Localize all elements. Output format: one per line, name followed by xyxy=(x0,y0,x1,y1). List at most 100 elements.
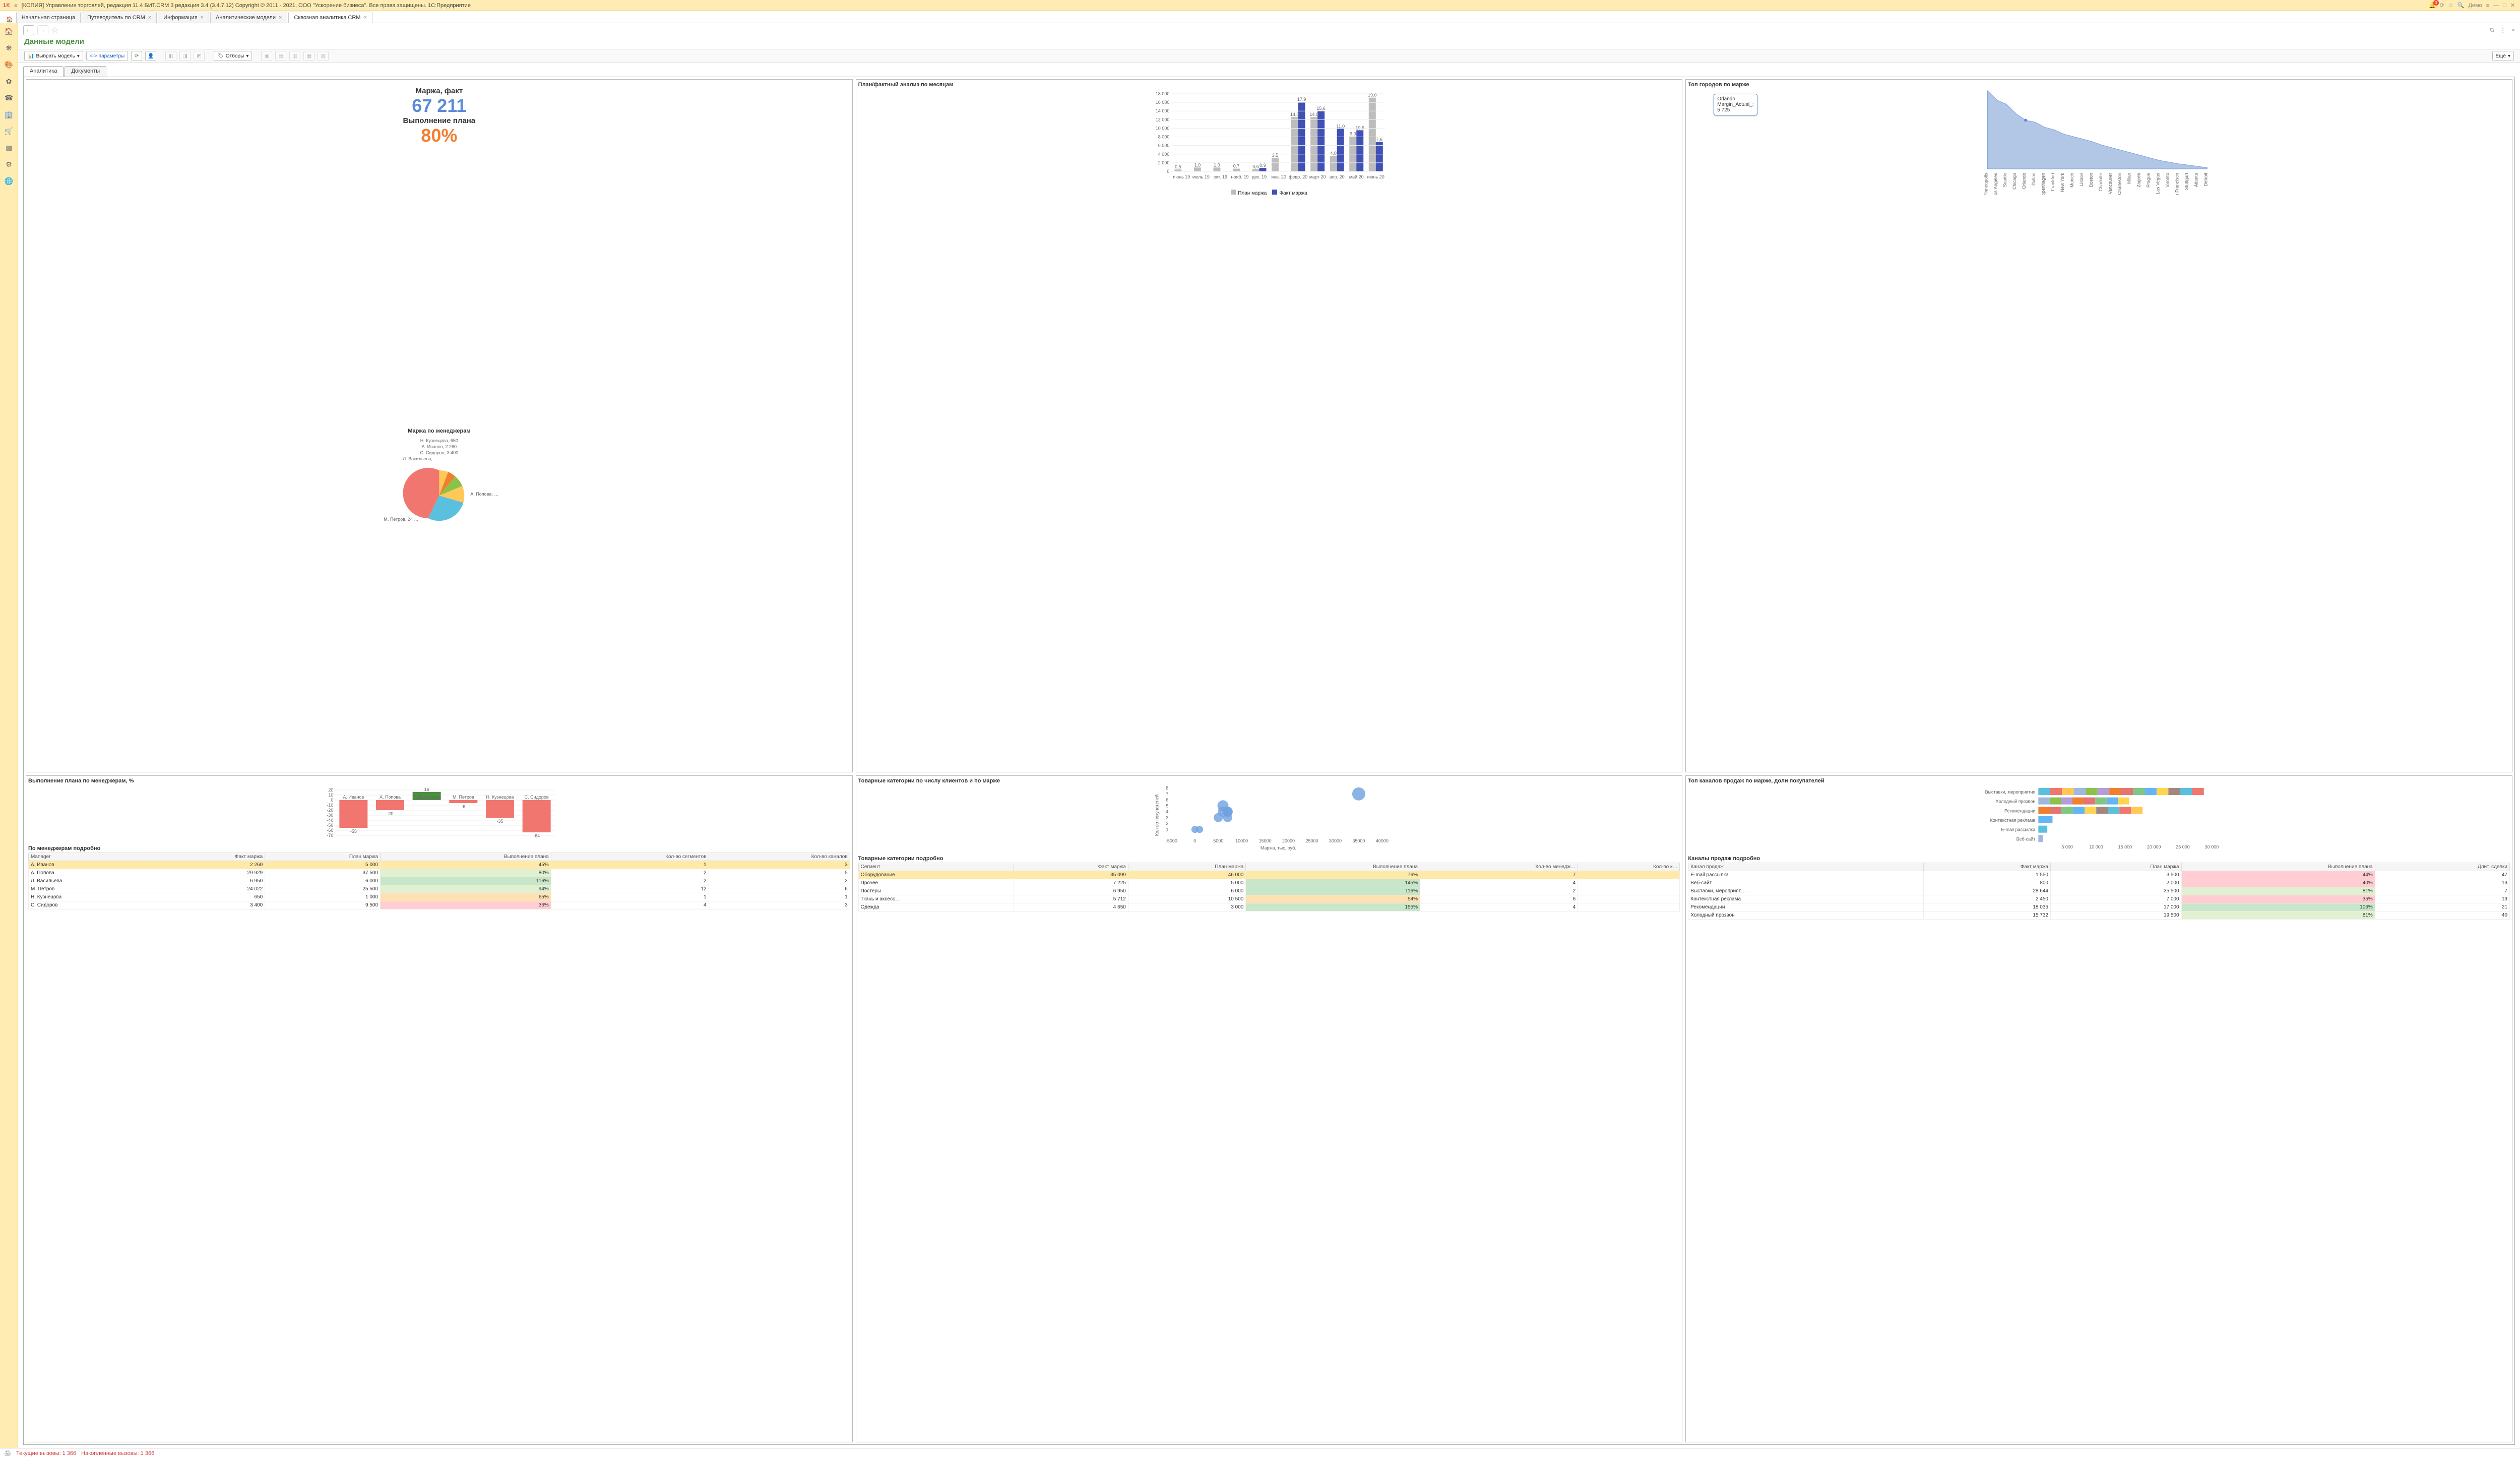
svg-text:San Francisco: San Francisco xyxy=(2175,173,2180,195)
rail-settings-icon[interactable]: ✿ xyxy=(6,77,12,86)
more-icon[interactable]: ⋮ xyxy=(2500,27,2506,34)
svg-text:Munich: Munich xyxy=(2069,173,2074,188)
svg-text:Frankfurt: Frankfurt xyxy=(2050,173,2055,192)
fav-icon[interactable]: ☆ xyxy=(51,25,58,35)
menu-icon[interactable]: ≡ xyxy=(2486,3,2489,9)
table-row[interactable]: Ткань и аксесс…5 71210 50054%6 xyxy=(858,895,1680,903)
tb-5[interactable]: ▤ xyxy=(275,51,286,61)
link-icon[interactable]: ⧉ xyxy=(2490,27,2494,34)
ptab-documents[interactable]: Документы xyxy=(65,66,106,77)
filters-button[interactable]: 🏷 Отборы ▾ xyxy=(214,51,252,61)
svg-text:Los Angeles: Los Angeles xyxy=(1993,173,1998,195)
table-row[interactable]: Л. Васильева6 9506 000116%22 xyxy=(29,877,850,885)
svg-text:8: 8 xyxy=(1166,785,1168,791)
kpi-plan-label: Выполнение плана xyxy=(28,116,850,125)
close-icon[interactable]: × xyxy=(279,15,282,21)
back-button[interactable]: ← xyxy=(23,25,34,35)
table-row[interactable]: Прочее7 2255 000145%4 xyxy=(858,879,1680,887)
svg-text:Milan: Milan xyxy=(2127,173,2132,184)
rail-cart-icon[interactable]: 🛒 xyxy=(5,127,13,136)
cat-table[interactable]: СегментФакт маржаПлан маржаВыполнение пл… xyxy=(858,863,1680,912)
tab-analytics[interactable]: Сквозная аналитика CRM× xyxy=(288,12,372,23)
more-button[interactable]: Ещё ▾ xyxy=(2492,51,2514,61)
tb-6[interactable]: ▥ xyxy=(289,51,300,61)
minimize-icon[interactable]: — xyxy=(2493,3,2499,9)
tb-1[interactable]: ◧ xyxy=(165,51,176,61)
tb-2[interactable]: ◨ xyxy=(179,51,191,61)
rail-globe-icon[interactable]: 🌐 xyxy=(5,177,13,186)
svg-text:1,0: 1,0 xyxy=(1194,162,1201,167)
close-icon[interactable]: × xyxy=(363,15,366,21)
svg-text:0: 0 xyxy=(1193,838,1196,843)
svg-text:1: 1 xyxy=(1166,827,1168,832)
select-model-button[interactable]: 📊 Выбрать модель ▾ xyxy=(24,51,83,61)
svg-text:0,5: 0,5 xyxy=(1175,164,1181,169)
tab-models[interactable]: Аналитические модели× xyxy=(210,12,287,23)
close-icon[interactable]: ✕ xyxy=(2510,2,2515,9)
svg-text:июнь 19: июнь 19 xyxy=(1173,174,1190,179)
rail-key-icon[interactable]: 🎨 xyxy=(5,60,13,69)
table-row[interactable]: Одежда4 6503 000155%4 xyxy=(858,903,1680,911)
params-button[interactable]: <-> параметры xyxy=(86,51,128,61)
tb-4[interactable]: ▣ xyxy=(261,51,272,61)
mgr-table[interactable]: ManagerФакт маржаПлан маржаВыполнение пл… xyxy=(28,853,850,909)
table-row[interactable]: Веб-сайт8002 00040%13 xyxy=(1688,879,2510,887)
table-row[interactable]: Контекстная реклама2 4507 00035%19 xyxy=(1688,895,2510,903)
search-icon[interactable]: 🔍 xyxy=(2458,2,2465,9)
table-row[interactable]: Холодный прозвон15 73219 50081%40 xyxy=(1688,911,2510,919)
table-row[interactable]: Выставки, мероприят…28 64435 50081%7 xyxy=(1688,887,2510,895)
table-row[interactable]: Оборудование35 09946 00076%7 xyxy=(858,871,1680,879)
table-row[interactable]: Н. Кузнецова6501 00065%11 xyxy=(29,893,850,901)
tab-home[interactable]: Начальная страница xyxy=(16,12,81,23)
table-row[interactable]: С. Сидоров3 4009 50036%43 xyxy=(29,901,850,909)
user-label[interactable]: Демо xyxy=(2468,3,2482,9)
rail-grid-icon[interactable]: ▦ xyxy=(6,144,12,152)
tooltip: Orlando Margin_Actual_: 5 725 xyxy=(1714,94,1757,115)
table-row[interactable]: E-mail рассылка1 5503 50044%47 xyxy=(1688,871,2510,879)
rail-phone-icon[interactable]: ☎ xyxy=(5,94,13,102)
mgrbar-title: Выполнение плана по менеджерам, % xyxy=(28,778,850,784)
rail-building-icon[interactable]: 🏢 xyxy=(5,110,13,119)
svg-text:7: 7 xyxy=(1166,791,1168,796)
analyze-button[interactable]: 👤 xyxy=(145,51,156,61)
rail-gear-icon[interactable]: ⚙ xyxy=(6,160,12,169)
printer-icon[interactable]: 🖨 xyxy=(4,1450,11,1456)
chan-table[interactable]: Канал продажФакт маржаПлан маржаВыполнен… xyxy=(1688,863,2510,920)
svg-text:40000: 40000 xyxy=(1375,838,1388,843)
svg-text:9,0: 9,0 xyxy=(1350,132,1356,137)
svg-text:июнь 20: июнь 20 xyxy=(1367,174,1384,179)
close-page-icon[interactable]: × xyxy=(2512,27,2515,33)
tb-7[interactable]: ▦ xyxy=(303,51,314,61)
tb-3[interactable]: ◩ xyxy=(194,51,205,61)
maximize-icon[interactable]: □ xyxy=(2503,3,2506,9)
tab-guide[interactable]: Путеводитель по CRM× xyxy=(82,12,157,23)
rail-home-icon[interactable]: 🏠 xyxy=(5,27,13,36)
tab-info[interactable]: Информация× xyxy=(158,12,209,23)
svg-text:февр. 20: февр. 20 xyxy=(1289,174,1307,179)
svg-text:8 000: 8 000 xyxy=(1158,135,1169,140)
home-icon[interactable]: 🏠 xyxy=(6,16,13,23)
svg-text:0: 0 xyxy=(331,798,333,803)
rail-star-icon[interactable]: ❋ xyxy=(6,44,12,52)
table-row[interactable]: Постеры6 9506 000116%2 xyxy=(858,887,1680,895)
svg-text:Lisbon: Lisbon xyxy=(2079,173,2084,187)
tb-8[interactable]: ▧ xyxy=(318,51,329,61)
close-icon[interactable]: × xyxy=(201,15,204,21)
table-row[interactable]: А. Попова29 92937 50080%25 xyxy=(29,869,850,877)
svg-text:E-mail рассылка: E-mail рассылка xyxy=(2001,827,2036,832)
svg-text:10: 10 xyxy=(328,793,333,798)
chanbar-title: Топ каналов продаж по марже, доли покупа… xyxy=(1688,778,2510,784)
forward-button[interactable]: → xyxy=(37,25,48,35)
ptab-analytics[interactable]: Аналитика xyxy=(23,66,64,77)
svg-text:Маржа, тыс. руб.: Маржа, тыс. руб. xyxy=(1261,845,1296,850)
close-icon[interactable]: × xyxy=(148,15,151,21)
star-icon[interactable]: ☆ xyxy=(2448,2,2453,9)
hamburger-icon[interactable]: ≡ xyxy=(14,3,17,9)
svg-text:Boston: Boston xyxy=(2089,173,2094,187)
refresh-button[interactable]: ⟳ xyxy=(131,51,142,61)
table-row[interactable]: Рекомендации18 03517 000106%21 xyxy=(1688,903,2510,911)
notification-icon[interactable]: 🔔3 xyxy=(2429,2,2436,9)
table-row[interactable]: М. Петров24 02225 50094%126 xyxy=(29,885,850,893)
table-row[interactable]: А. Иванов2 2605 00045%13 xyxy=(29,861,850,869)
history-icon[interactable]: ⟳ xyxy=(2440,2,2444,9)
